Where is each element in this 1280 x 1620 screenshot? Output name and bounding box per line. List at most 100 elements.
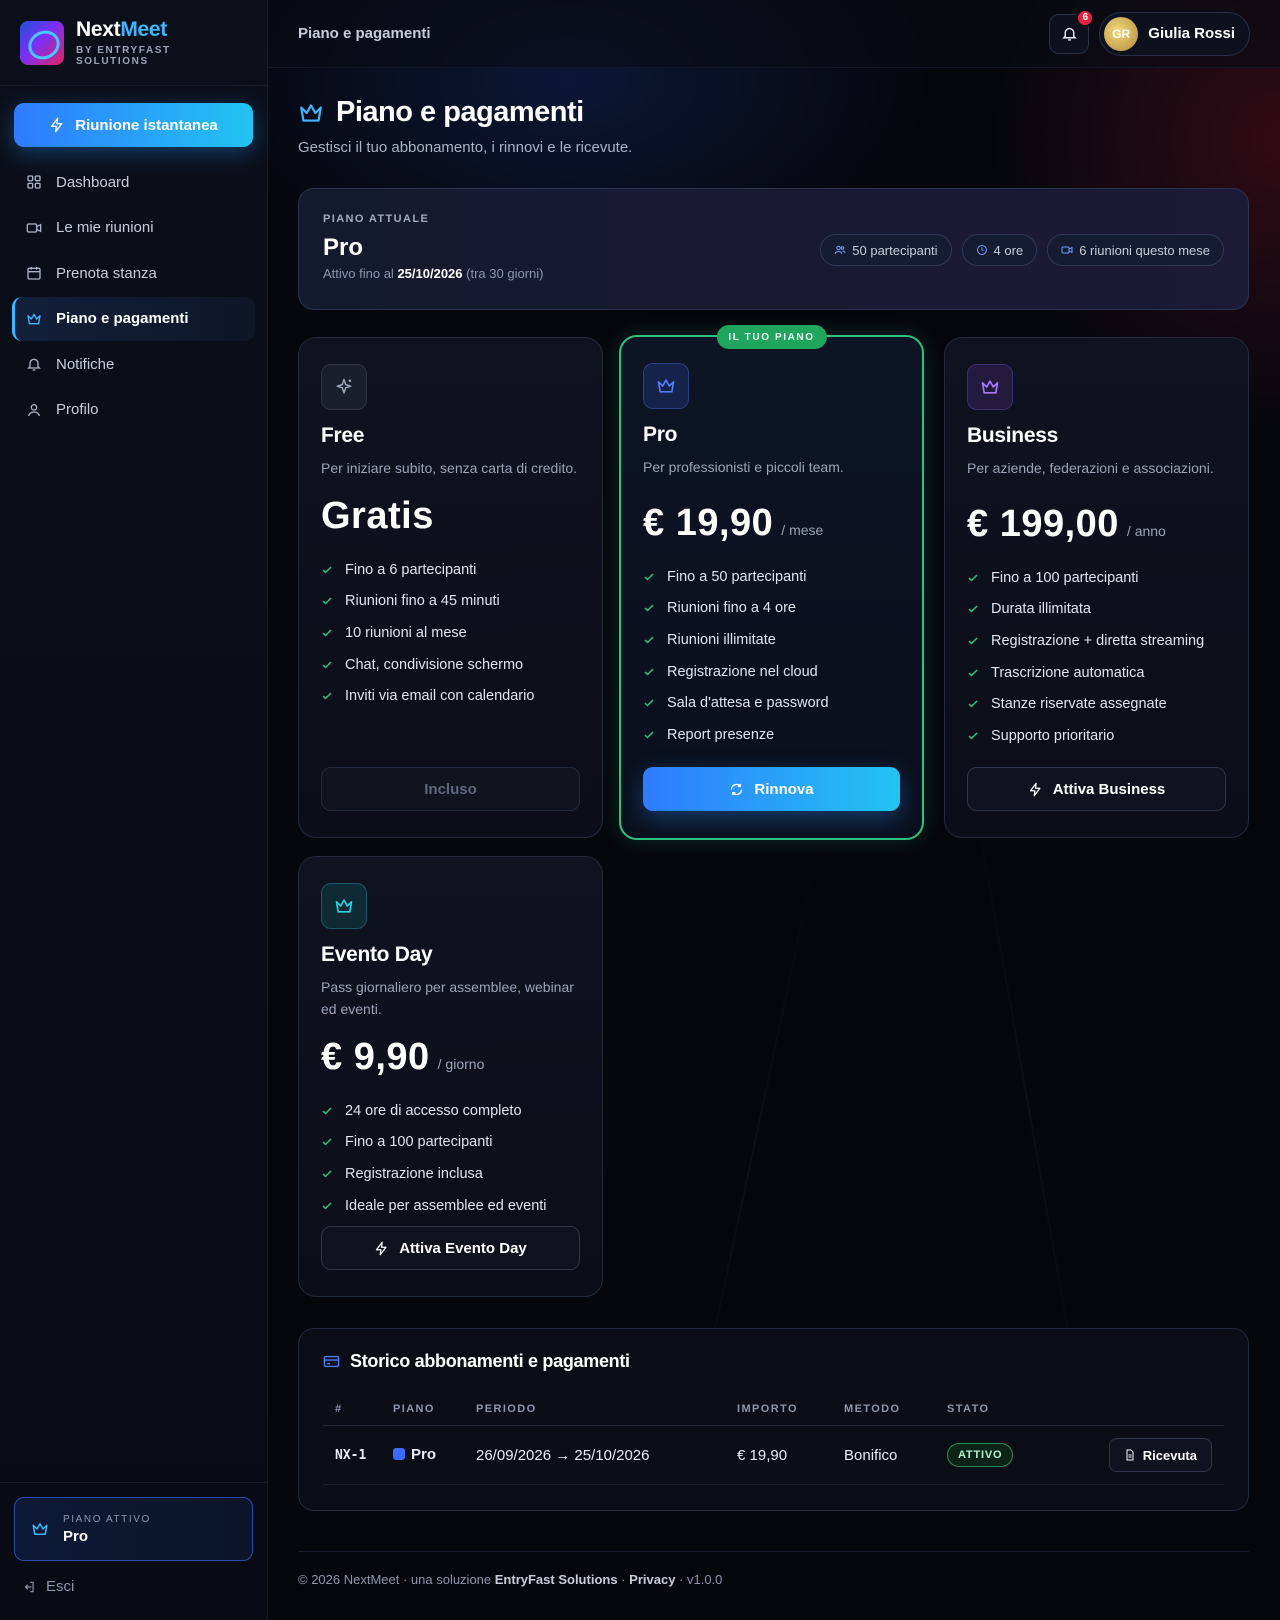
plan-description: Pass giornaliero per assemblee, webinar … <box>321 979 574 1017</box>
plan-price: € 19,90/ mese <box>643 502 824 544</box>
avatar: GR <box>1104 16 1139 51</box>
feature-item: Durata illimitata <box>967 594 1226 626</box>
brand-name: NextMeet <box>76 18 167 41</box>
logout-link[interactable]: Esci <box>22 1578 74 1595</box>
sidebar-item-dashboard[interactable]: Dashboard <box>12 160 255 204</box>
status-badge: ATTIVO <box>947 1443 1014 1467</box>
check-icon <box>322 629 332 637</box>
plan-features: Fino a 50 partecipanti Riunioni fino a 4… <box>643 561 900 751</box>
check-icon <box>644 604 654 612</box>
active-plan-label: PIANO ATTIVO <box>63 1513 151 1525</box>
current-plan-expiry: Attivo fino al 25/10/2026 (tra 30 giorni… <box>323 266 544 281</box>
feature-item: Supporto prioritario <box>967 720 1226 752</box>
history-table: # PIANO PERIODO IMPORTO METODO STATO NX-… <box>323 1392 1224 1485</box>
feature-item: 24 ore di accesso completo <box>321 1095 580 1127</box>
plan-price: Gratis <box>321 495 434 537</box>
check-icon <box>968 700 978 708</box>
billing-history: Storico abbonamenti e pagamenti # PIANO … <box>298 1328 1249 1511</box>
renew-button[interactable]: Rinnova <box>643 767 900 811</box>
table-row: NX-1 Pro 26/09/2026 → 25/10/2026 € 19,90… <box>323 1426 1224 1485</box>
check-icon <box>322 1107 332 1115</box>
plan-description: Per professionisti e piccoli team. <box>643 459 844 475</box>
page-title: Piano e pagamenti <box>298 96 632 129</box>
check-icon <box>322 1202 332 1210</box>
feature-item: Riunioni illimitate <box>643 624 900 656</box>
bell-icon <box>1061 27 1077 41</box>
feature-item: Trascrizione automatica <box>967 657 1226 689</box>
sidebar-divider <box>0 1482 268 1483</box>
notifications-button[interactable]: 6 <box>1049 8 1095 54</box>
grid-icon <box>27 175 41 189</box>
footer-company-link[interactable]: EntryFast Solutions <box>495 1572 618 1587</box>
check-icon <box>644 699 654 707</box>
active-plan-value: Pro <box>63 1527 89 1545</box>
plan-features: 24 ore di accesso completo Fino a 100 pa… <box>321 1095 580 1221</box>
sidebar-item-profile[interactable]: Profilo <box>12 388 255 432</box>
video-icon <box>26 222 42 233</box>
page-header: Piano e pagamenti Gestisci il tuo abbona… <box>298 96 632 156</box>
plan-price: € 9,90/ giorno <box>321 1036 485 1078</box>
feature-item: Fino a 100 partecipanti <box>967 562 1226 594</box>
plan-features: Fino a 6 partecipanti Riunioni fino a 45… <box>321 554 580 712</box>
user-icon <box>28 403 40 416</box>
plan-card-business: Business Per aziende, federazioni e asso… <box>944 337 1249 838</box>
credit-card-icon <box>323 1355 340 1368</box>
calendar-icon <box>27 267 41 280</box>
video-icon <box>1061 246 1073 254</box>
sidebar-item-book-room[interactable]: Prenota stanza <box>12 251 255 295</box>
check-icon <box>322 661 332 669</box>
check-icon <box>644 636 654 644</box>
sidebar-item-notifications[interactable]: Notifiche <box>12 342 255 386</box>
check-icon <box>322 692 332 700</box>
receipt-button[interactable]: Ricevuta <box>1108 1438 1212 1472</box>
sparkle-icon <box>321 364 367 410</box>
topbar: Piano e pagamenti 6 GR Giulia Rossi <box>268 0 1280 68</box>
check-icon <box>644 668 654 676</box>
crown-icon <box>300 103 322 122</box>
lightning-icon <box>376 1241 387 1255</box>
feature-item: Fino a 50 partecipanti <box>643 561 900 593</box>
activate-event-day-button[interactable]: Attiva Evento Day <box>321 1226 580 1270</box>
crown-icon <box>32 1523 48 1535</box>
sidebar-item-billing[interactable]: Piano e pagamenti <box>12 296 255 341</box>
cell-id: NX-1 <box>335 1447 367 1463</box>
feature-item: Stanze riservate assegnate <box>967 688 1226 720</box>
feature-item: Report presenze <box>643 719 900 751</box>
feature-item: Riunioni fino a 4 ore <box>643 593 900 625</box>
feature-item: Registrazione + diretta streaming <box>967 625 1226 657</box>
activate-business-button[interactable]: Attiva Business <box>967 767 1226 811</box>
instant-meeting-button[interactable]: Riunione istantanea <box>14 103 253 147</box>
crown-icon <box>643 363 689 409</box>
check-icon <box>968 574 978 582</box>
check-icon <box>322 597 332 605</box>
table-header: # PIANO PERIODO IMPORTO METODO STATO <box>323 1392 1224 1426</box>
feature-item: Registrazione nel cloud <box>643 656 900 688</box>
feature-item: 10 riunioni al mese <box>321 617 580 649</box>
active-plan-box[interactable]: PIANO ATTIVO Pro <box>14 1497 253 1561</box>
cell-method: Bonifico <box>844 1446 898 1464</box>
user-menu[interactable]: GR Giulia Rossi <box>1099 11 1250 56</box>
check-icon <box>644 731 654 739</box>
brand-subtitle: BY ENTRYFAST SOLUTIONS <box>76 45 171 67</box>
included-button[interactable]: Incluso <box>321 767 580 811</box>
brand[interactable]: NextMeet BY ENTRYFAST SOLUTIONS <box>0 0 267 86</box>
document-icon <box>1126 1449 1134 1461</box>
plan-name: Evento Day <box>321 943 433 966</box>
cell-plan: Pro <box>393 1446 436 1463</box>
current-plan-label: PIANO ATTUALE <box>323 213 430 225</box>
plan-description: Per aziende, federazioni e associazioni. <box>967 460 1214 476</box>
feature-item: Riunioni fino a 45 minuti <box>321 586 580 618</box>
cell-period: 26/09/2026 → 25/10/2026 <box>476 1446 650 1464</box>
footer-privacy-link[interactable]: Privacy <box>629 1572 675 1587</box>
sidebar-item-meetings[interactable]: Le mie riunioni <box>12 206 255 250</box>
refresh-icon <box>731 783 743 795</box>
topbar-title: Piano e pagamenti <box>298 25 431 42</box>
crown-icon <box>967 364 1013 410</box>
current-plan-chips: 50 partecipanti 4 ore 6 riunioni questo … <box>820 234 1224 266</box>
check-icon <box>322 566 332 574</box>
feature-item: Ideale per assemblee ed eventi <box>321 1190 580 1222</box>
users-icon <box>834 245 846 255</box>
current-plan-card: PIANO ATTUALE Pro Attivo fino al 25/10/2… <box>298 188 1249 310</box>
crown-icon <box>27 313 41 324</box>
feature-item: Sala d'attesa e password <box>643 687 900 719</box>
